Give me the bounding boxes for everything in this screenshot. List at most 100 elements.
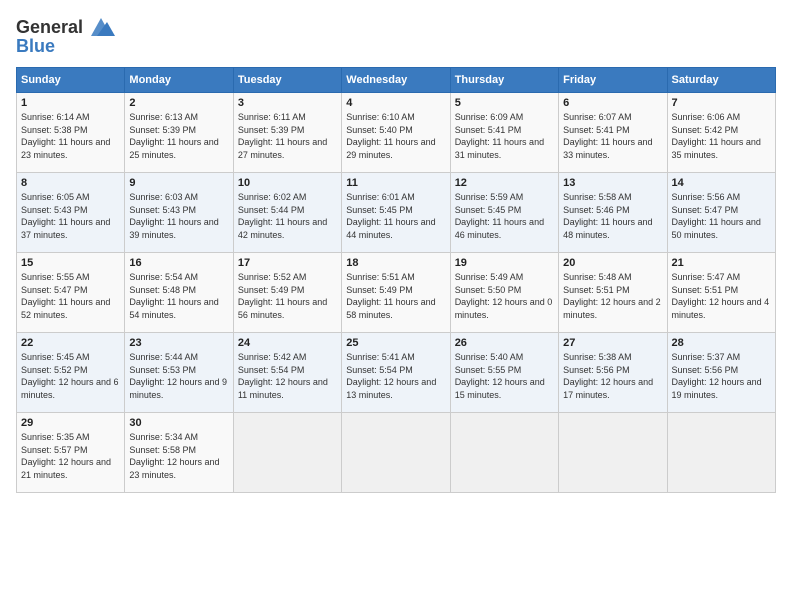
day-info: Sunrise: 5:34 AM Sunset: 5:58 PM Dayligh… (129, 431, 228, 481)
day-number: 5 (455, 97, 554, 109)
calendar-cell: 6 Sunrise: 6:07 AM Sunset: 5:41 PM Dayli… (559, 93, 667, 173)
day-number: 28 (672, 337, 771, 349)
day-header-thursday: Thursday (450, 68, 558, 93)
calendar-cell: 12 Sunrise: 5:59 AM Sunset: 5:45 PM Dayl… (450, 173, 558, 253)
day-number: 4 (346, 97, 445, 109)
calendar-cell (342, 413, 450, 493)
calendar-cell: 30 Sunrise: 5:34 AM Sunset: 5:58 PM Dayl… (125, 413, 233, 493)
calendar-cell: 27 Sunrise: 5:38 AM Sunset: 5:56 PM Dayl… (559, 333, 667, 413)
calendar-cell: 9 Sunrise: 6:03 AM Sunset: 5:43 PM Dayli… (125, 173, 233, 253)
calendar-cell: 17 Sunrise: 5:52 AM Sunset: 5:49 PM Dayl… (233, 253, 341, 333)
day-number: 22 (21, 337, 120, 349)
calendar-cell: 5 Sunrise: 6:09 AM Sunset: 5:41 PM Dayli… (450, 93, 558, 173)
day-number: 15 (21, 257, 120, 269)
week-row-5: 29 Sunrise: 5:35 AM Sunset: 5:57 PM Dayl… (17, 413, 776, 493)
calendar-cell: 29 Sunrise: 5:35 AM Sunset: 5:57 PM Dayl… (17, 413, 125, 493)
calendar-cell: 8 Sunrise: 6:05 AM Sunset: 5:43 PM Dayli… (17, 173, 125, 253)
day-number: 16 (129, 257, 228, 269)
day-number: 24 (238, 337, 337, 349)
day-number: 8 (21, 177, 120, 189)
day-info: Sunrise: 5:54 AM Sunset: 5:48 PM Dayligh… (129, 271, 228, 321)
day-info: Sunrise: 5:55 AM Sunset: 5:47 PM Dayligh… (21, 271, 120, 321)
calendar-cell: 16 Sunrise: 5:54 AM Sunset: 5:48 PM Dayl… (125, 253, 233, 333)
day-info: Sunrise: 6:02 AM Sunset: 5:44 PM Dayligh… (238, 191, 337, 241)
day-number: 30 (129, 417, 228, 429)
day-number: 20 (563, 257, 662, 269)
day-header-sunday: Sunday (17, 68, 125, 93)
calendar-table: SundayMondayTuesdayWednesdayThursdayFrid… (16, 67, 776, 493)
day-info: Sunrise: 5:47 AM Sunset: 5:51 PM Dayligh… (672, 271, 771, 321)
calendar-cell (450, 413, 558, 493)
day-header-friday: Friday (559, 68, 667, 93)
day-info: Sunrise: 6:14 AM Sunset: 5:38 PM Dayligh… (21, 111, 120, 161)
day-number: 19 (455, 257, 554, 269)
day-info: Sunrise: 5:51 AM Sunset: 5:49 PM Dayligh… (346, 271, 445, 321)
day-info: Sunrise: 5:38 AM Sunset: 5:56 PM Dayligh… (563, 351, 662, 401)
day-number: 7 (672, 97, 771, 109)
day-number: 1 (21, 97, 120, 109)
day-number: 18 (346, 257, 445, 269)
day-info: Sunrise: 6:10 AM Sunset: 5:40 PM Dayligh… (346, 111, 445, 161)
calendar-cell (233, 413, 341, 493)
day-info: Sunrise: 5:44 AM Sunset: 5:53 PM Dayligh… (129, 351, 228, 401)
calendar-cell: 14 Sunrise: 5:56 AM Sunset: 5:47 PM Dayl… (667, 173, 775, 253)
calendar-cell: 1 Sunrise: 6:14 AM Sunset: 5:38 PM Dayli… (17, 93, 125, 173)
calendar-cell: 26 Sunrise: 5:40 AM Sunset: 5:55 PM Dayl… (450, 333, 558, 413)
logo-text-general: General (16, 17, 83, 37)
day-header-monday: Monday (125, 68, 233, 93)
day-number: 25 (346, 337, 445, 349)
day-number: 11 (346, 177, 445, 189)
day-number: 21 (672, 257, 771, 269)
day-info: Sunrise: 6:05 AM Sunset: 5:43 PM Dayligh… (21, 191, 120, 241)
calendar-cell: 11 Sunrise: 6:01 AM Sunset: 5:45 PM Dayl… (342, 173, 450, 253)
week-row-4: 22 Sunrise: 5:45 AM Sunset: 5:52 PM Dayl… (17, 333, 776, 413)
calendar-cell: 2 Sunrise: 6:13 AM Sunset: 5:39 PM Dayli… (125, 93, 233, 173)
logo-icon (87, 16, 115, 38)
day-number: 9 (129, 177, 228, 189)
calendar-cell: 18 Sunrise: 5:51 AM Sunset: 5:49 PM Dayl… (342, 253, 450, 333)
calendar-cell: 21 Sunrise: 5:47 AM Sunset: 5:51 PM Dayl… (667, 253, 775, 333)
calendar-cell: 24 Sunrise: 5:42 AM Sunset: 5:54 PM Dayl… (233, 333, 341, 413)
day-number: 2 (129, 97, 228, 109)
day-info: Sunrise: 5:45 AM Sunset: 5:52 PM Dayligh… (21, 351, 120, 401)
page-header: General Blue (16, 16, 776, 57)
day-info: Sunrise: 5:59 AM Sunset: 5:45 PM Dayligh… (455, 191, 554, 241)
calendar-cell (559, 413, 667, 493)
day-header-saturday: Saturday (667, 68, 775, 93)
calendar-cell: 13 Sunrise: 5:58 AM Sunset: 5:46 PM Dayl… (559, 173, 667, 253)
calendar-cell (667, 413, 775, 493)
day-number: 26 (455, 337, 554, 349)
day-info: Sunrise: 6:13 AM Sunset: 5:39 PM Dayligh… (129, 111, 228, 161)
day-info: Sunrise: 6:07 AM Sunset: 5:41 PM Dayligh… (563, 111, 662, 161)
day-info: Sunrise: 6:11 AM Sunset: 5:39 PM Dayligh… (238, 111, 337, 161)
calendar-cell: 15 Sunrise: 5:55 AM Sunset: 5:47 PM Dayl… (17, 253, 125, 333)
day-info: Sunrise: 5:56 AM Sunset: 5:47 PM Dayligh… (672, 191, 771, 241)
day-number: 12 (455, 177, 554, 189)
calendar-cell: 25 Sunrise: 5:41 AM Sunset: 5:54 PM Dayl… (342, 333, 450, 413)
day-info: Sunrise: 5:37 AM Sunset: 5:56 PM Dayligh… (672, 351, 771, 401)
week-row-1: 1 Sunrise: 6:14 AM Sunset: 5:38 PM Dayli… (17, 93, 776, 173)
day-number: 27 (563, 337, 662, 349)
day-info: Sunrise: 5:49 AM Sunset: 5:50 PM Dayligh… (455, 271, 554, 321)
calendar-cell: 22 Sunrise: 5:45 AM Sunset: 5:52 PM Dayl… (17, 333, 125, 413)
week-row-3: 15 Sunrise: 5:55 AM Sunset: 5:47 PM Dayl… (17, 253, 776, 333)
calendar-header-row: SundayMondayTuesdayWednesdayThursdayFrid… (17, 68, 776, 93)
day-info: Sunrise: 6:06 AM Sunset: 5:42 PM Dayligh… (672, 111, 771, 161)
day-number: 13 (563, 177, 662, 189)
day-number: 10 (238, 177, 337, 189)
day-header-tuesday: Tuesday (233, 68, 341, 93)
logo: General Blue (16, 16, 115, 57)
day-header-wednesday: Wednesday (342, 68, 450, 93)
day-info: Sunrise: 5:58 AM Sunset: 5:46 PM Dayligh… (563, 191, 662, 241)
day-info: Sunrise: 5:40 AM Sunset: 5:55 PM Dayligh… (455, 351, 554, 401)
day-info: Sunrise: 5:42 AM Sunset: 5:54 PM Dayligh… (238, 351, 337, 401)
day-number: 23 (129, 337, 228, 349)
calendar-cell: 28 Sunrise: 5:37 AM Sunset: 5:56 PM Dayl… (667, 333, 775, 413)
day-number: 17 (238, 257, 337, 269)
day-info: Sunrise: 5:41 AM Sunset: 5:54 PM Dayligh… (346, 351, 445, 401)
logo-text-blue: Blue (16, 36, 55, 56)
calendar-cell: 19 Sunrise: 5:49 AM Sunset: 5:50 PM Dayl… (450, 253, 558, 333)
day-info: Sunrise: 6:01 AM Sunset: 5:45 PM Dayligh… (346, 191, 445, 241)
calendar-cell: 7 Sunrise: 6:06 AM Sunset: 5:42 PM Dayli… (667, 93, 775, 173)
day-info: Sunrise: 5:35 AM Sunset: 5:57 PM Dayligh… (21, 431, 120, 481)
